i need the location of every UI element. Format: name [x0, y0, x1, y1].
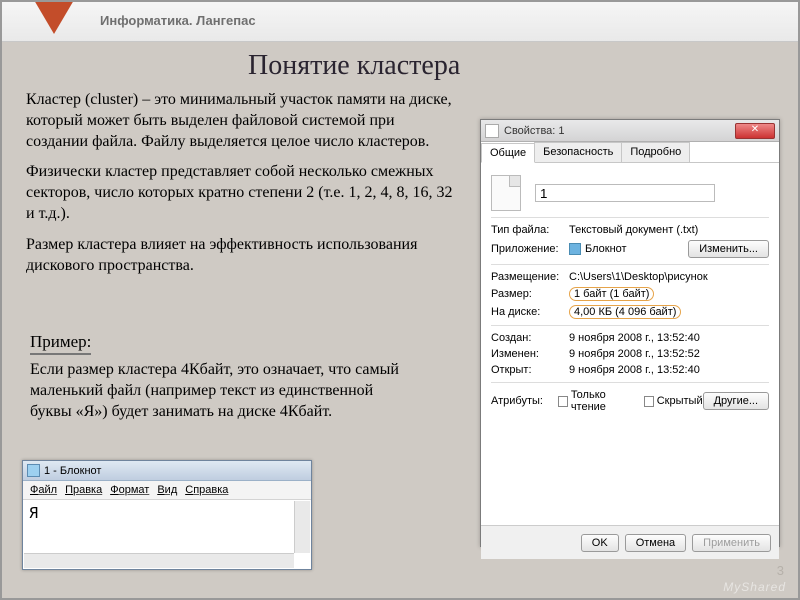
dialog-buttons: OK Отмена Применить: [481, 525, 779, 559]
size-label: Размер:: [491, 288, 569, 300]
modified-label: Изменен:: [491, 348, 569, 360]
example-label: Пример:: [30, 332, 91, 355]
type-value: Текстовый документ (.txt): [569, 224, 698, 236]
notepad-icon: [27, 464, 40, 477]
notepad-icon: [569, 243, 581, 255]
created-label: Создан:: [491, 332, 569, 344]
tabs: Общие Безопасность Подробно: [481, 142, 779, 163]
paragraph-2: Физически кластер представляет собой нес…: [26, 162, 456, 224]
size-value: 1 байт (1 байт): [569, 287, 654, 301]
readonly-label: Только чтение: [571, 389, 634, 413]
created-value: 9 ноября 2008 г., 13:52:40: [569, 332, 700, 344]
ok-button[interactable]: OK: [581, 534, 619, 552]
horizontal-scrollbar[interactable]: [24, 553, 294, 568]
properties-dialog: Свойства: 1 ✕ Общие Безопасность Подробн…: [480, 119, 780, 547]
location-value: C:\Users\1\Desktop\рисунок: [569, 271, 708, 283]
tab-general[interactable]: Общие: [481, 143, 535, 163]
watermark: MyShared: [723, 580, 786, 594]
apply-button[interactable]: Применить: [692, 534, 771, 552]
paragraph-3: Размер кластера влияет на эффективность …: [26, 235, 456, 277]
cancel-button[interactable]: Отмена: [625, 534, 686, 552]
change-button[interactable]: Изменить...: [688, 240, 769, 258]
file-icon: [485, 124, 499, 138]
other-button[interactable]: Другие...: [703, 392, 769, 410]
hidden-label: Скрытый: [657, 395, 703, 407]
notepad-titlebar[interactable]: 1 - Блокнот: [23, 461, 311, 481]
pointer-decoration: [34, 0, 74, 34]
menu-edit[interactable]: Правка: [62, 483, 105, 497]
slide-number: 3: [777, 563, 784, 578]
notepad-menubar: Файл Правка Формат Вид Справка: [23, 481, 311, 500]
menu-file[interactable]: Файл: [27, 483, 60, 497]
paragraph-1: Кластер (cluster) – это минимальный учас…: [26, 90, 456, 152]
ondisk-value: 4,00 КБ (4 096 байт): [569, 305, 681, 319]
menu-view[interactable]: Вид: [154, 483, 180, 497]
attrs-label: Атрибуты:: [491, 395, 558, 407]
menu-format[interactable]: Формат: [107, 483, 152, 497]
notepad-title: 1 - Блокнот: [44, 465, 101, 477]
opened-value: 9 ноября 2008 г., 13:52:40: [569, 364, 700, 376]
opened-label: Открыт:: [491, 364, 569, 376]
close-button[interactable]: ✕: [735, 123, 775, 139]
tab-security[interactable]: Безопасность: [534, 142, 622, 162]
document-icon: [491, 175, 521, 211]
app-value: Блокнот: [585, 243, 627, 255]
slide-title: Понятие кластера: [248, 50, 460, 82]
filename-input[interactable]: [535, 184, 715, 202]
body-text: Кластер (cluster) – это минимальный учас…: [26, 90, 456, 286]
menu-help[interactable]: Справка: [182, 483, 231, 497]
app-label: Приложение:: [491, 243, 569, 255]
properties-titlebar[interactable]: Свойства: 1 ✕: [481, 120, 779, 142]
tab-details[interactable]: Подробно: [621, 142, 690, 162]
properties-title: Свойства: 1: [504, 125, 565, 137]
modified-value: 9 ноября 2008 г., 13:52:52: [569, 348, 700, 360]
ondisk-label: На диске:: [491, 306, 569, 318]
hidden-checkbox[interactable]: [644, 396, 654, 407]
location-label: Размещение:: [491, 271, 569, 283]
type-label: Тип файла:: [491, 224, 569, 236]
readonly-checkbox[interactable]: [558, 396, 568, 407]
app-topbar: Информатика. Лангепас: [0, 0, 800, 42]
notepad-textarea[interactable]: Я: [23, 500, 311, 560]
properties-body: Тип файла:Текстовый документ (.txt) Прил…: [481, 163, 779, 525]
vertical-scrollbar[interactable]: [294, 501, 310, 553]
notepad-window: 1 - Блокнот Файл Правка Формат Вид Справ…: [22, 460, 312, 570]
example-text: Если размер кластера 4Кбайт, это означае…: [30, 360, 410, 422]
topbar-title: Информатика. Лангепас: [100, 13, 256, 28]
